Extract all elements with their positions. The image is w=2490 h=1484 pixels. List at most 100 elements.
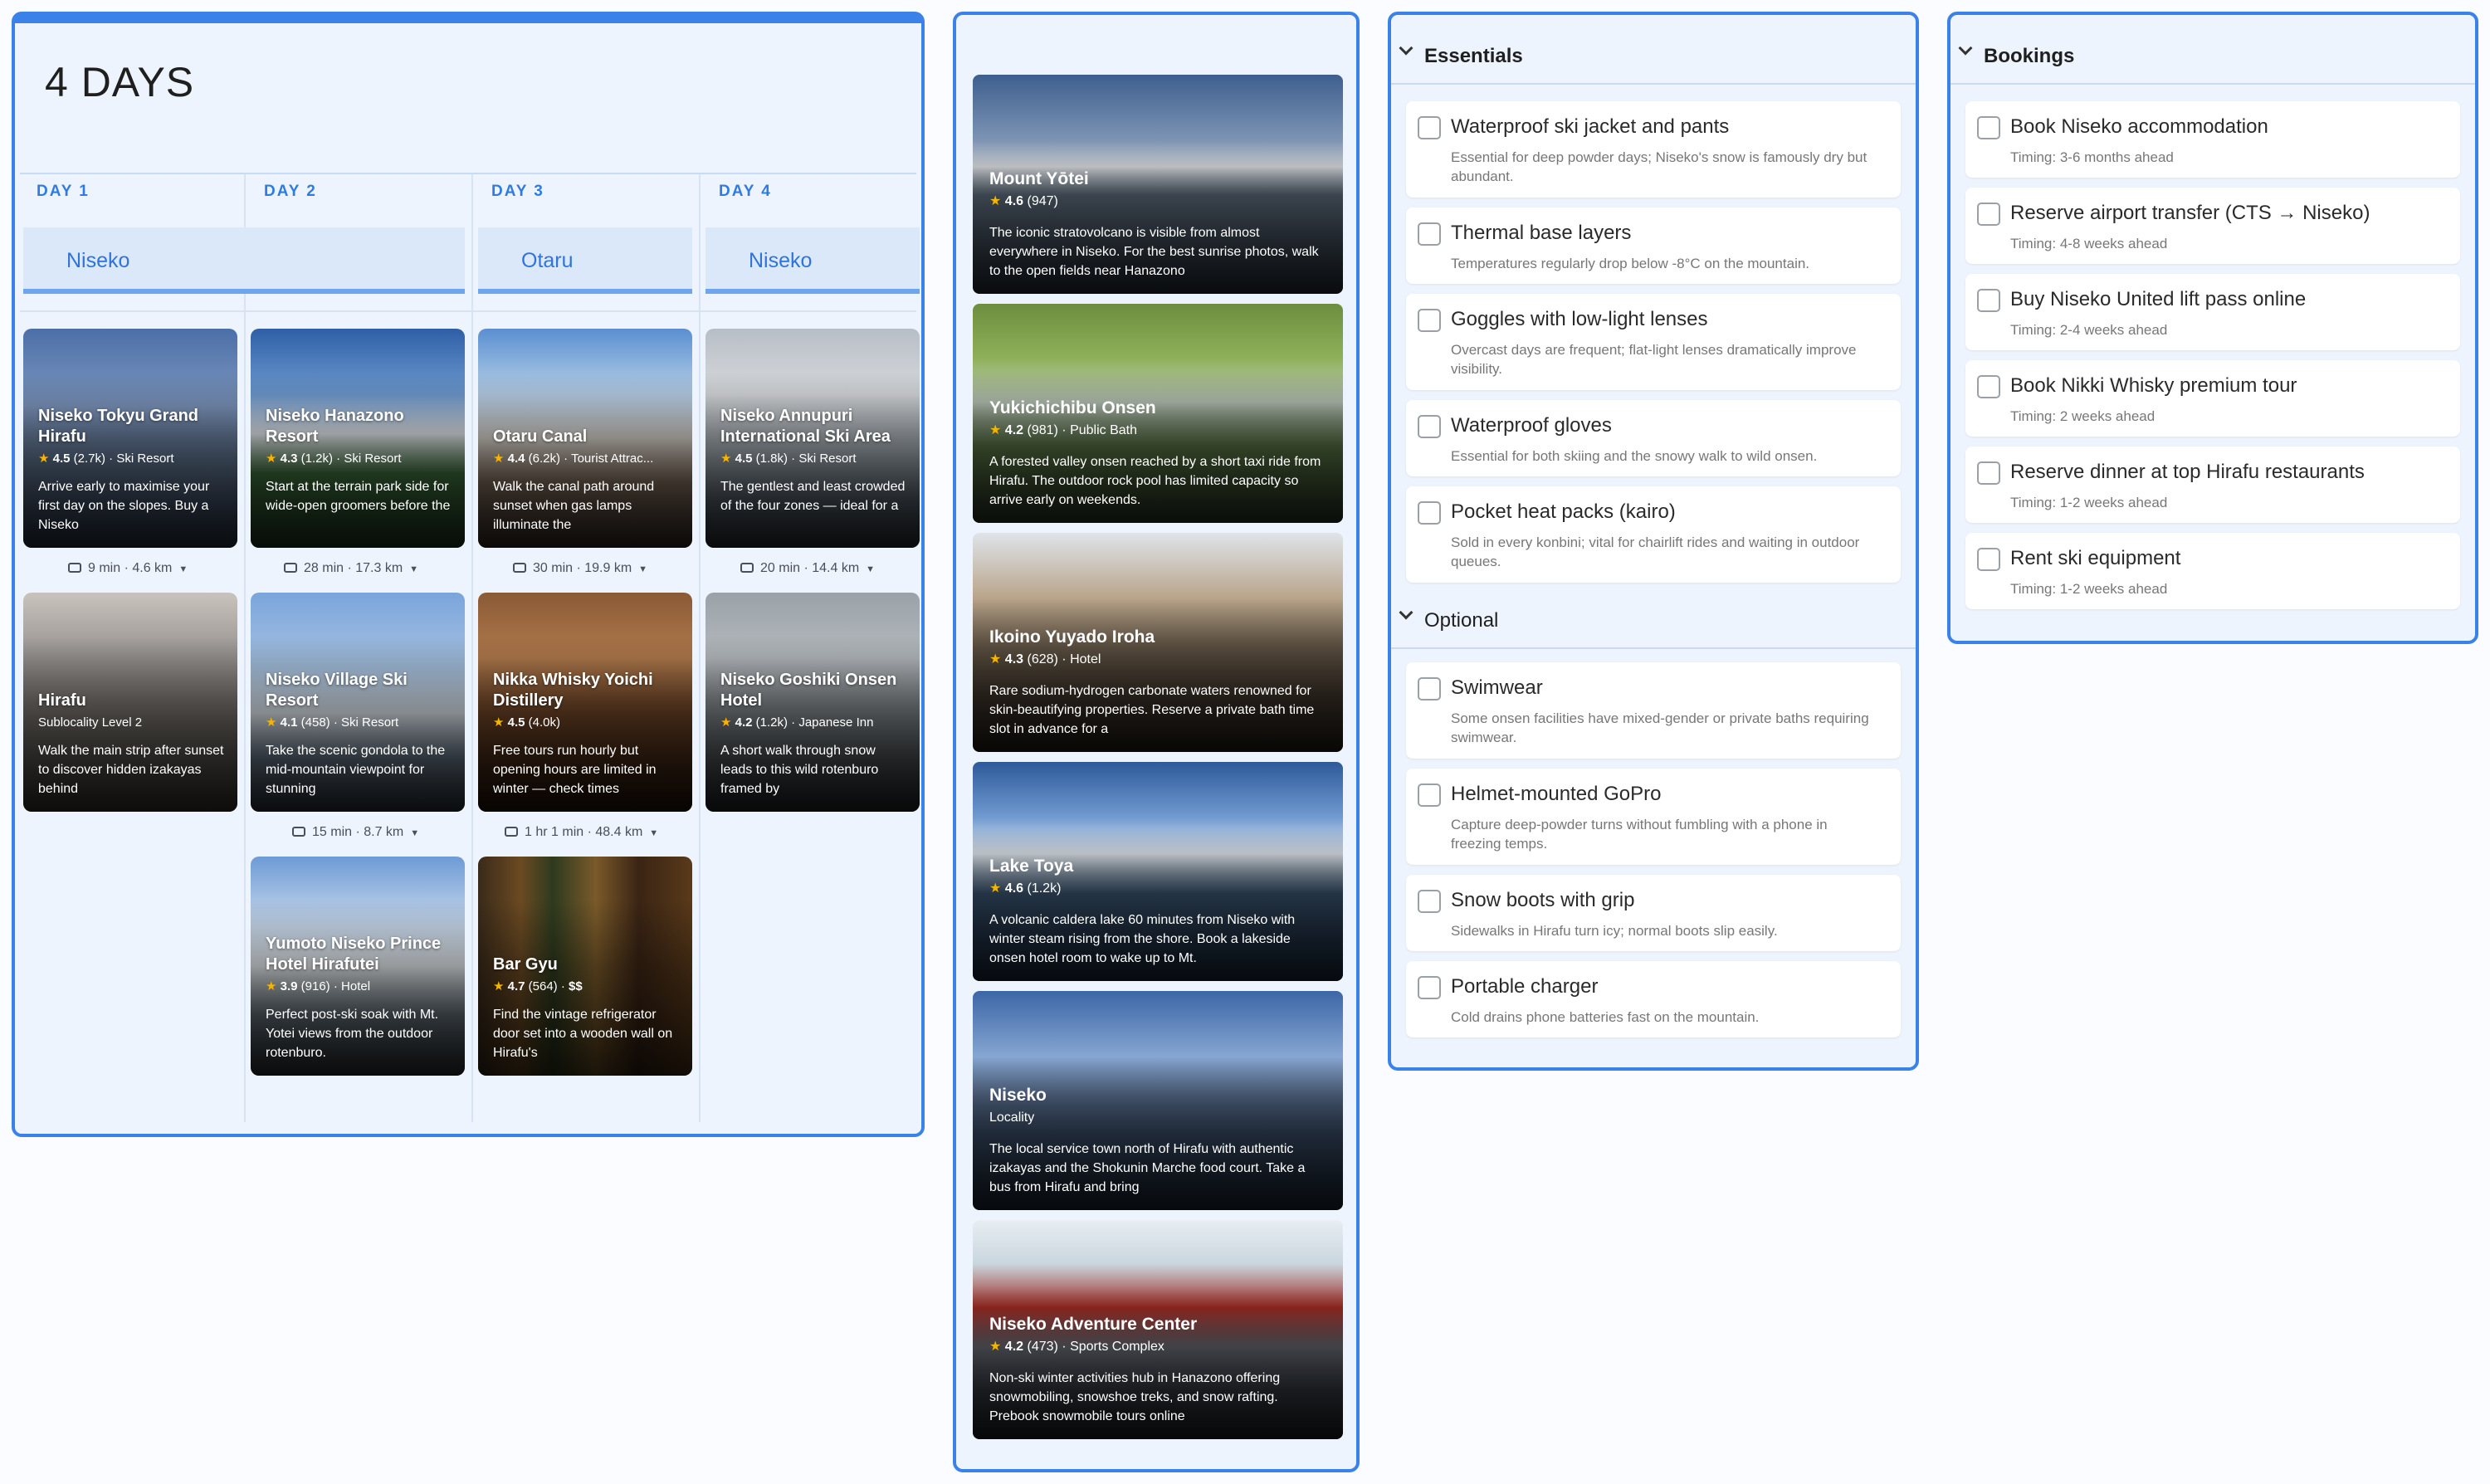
divider xyxy=(20,310,916,312)
place-meta: ★ 4.5 (4.0k) xyxy=(493,715,681,731)
chevron-down-icon: ▼ xyxy=(178,564,188,574)
item-title: Book Nikki Whisky premium tour xyxy=(2010,374,2297,397)
travel-time[interactable]: 9 min · 4.6 km ▼ xyxy=(68,558,188,579)
card-content: Niseko Goshiki Onsen Hotel ★ 4.2 (1.2k) … xyxy=(720,670,908,798)
item-note: Essential for deep powder days; Niseko's… xyxy=(1451,149,1868,184)
explore-card[interactable]: Lake Toya ★ 4.6 (1.2k) A volcanic calder… xyxy=(973,762,1343,981)
card-content: Yumoto Niseko Prince Hotel Hirafutei ★ 3… xyxy=(266,934,453,1062)
review-count: (628) xyxy=(1027,652,1058,666)
checklist-item: Snow boots with grip Sidewalks in Hirafu… xyxy=(1406,875,1901,951)
chevron-down-icon: ▼ xyxy=(866,564,876,574)
day-1-label: DAY 1 xyxy=(37,183,90,200)
checkbox[interactable] xyxy=(1418,222,1441,246)
item-timing: Timing: 4-8 weeks ahead xyxy=(2010,236,2168,251)
explore-card[interactable]: Mount Yōtei ★ 4.6 (947) The iconic strat… xyxy=(973,75,1343,294)
place-description: A short walk through snow leads to this … xyxy=(720,744,879,796)
checkbox[interactable] xyxy=(1977,116,2000,139)
checklist-item: Goggles with low-light lenses Overcast d… xyxy=(1406,294,1901,390)
place-card[interactable]: Niseko Village Ski Resort ★ 4.1 (458) · … xyxy=(251,593,465,812)
place-name: Mount Yōtei xyxy=(989,169,1089,188)
place-name: Niseko Village Ski Resort xyxy=(266,671,408,710)
travel-time[interactable]: 20 min · 14.4 km ▼ xyxy=(740,558,875,579)
explore-card[interactable]: Niseko Adventure Center ★ 4.2 (473) · Sp… xyxy=(973,1220,1343,1439)
place-card[interactable]: Niseko Annupuri International Ski Area ★… xyxy=(706,329,920,548)
checklist-item: Pocket heat packs (kairo) Sold in every … xyxy=(1406,486,1901,583)
card-content: Niseko Adventure Center ★ 4.2 (473) · Sp… xyxy=(989,1314,1328,1426)
checkbox[interactable] xyxy=(1418,116,1441,139)
place-card[interactable]: Hirafu Sublocality Level 2 Walk the main… xyxy=(23,593,237,812)
checkbox[interactable] xyxy=(1418,415,1441,438)
checkbox[interactable] xyxy=(1418,890,1441,913)
essentials-header[interactable]: Essentials xyxy=(1391,15,1916,85)
place-description: The gentlest and least crowded of the fo… xyxy=(720,480,906,513)
card-content: Niseko Village Ski Resort ★ 4.1 (458) · … xyxy=(266,670,453,798)
place-description: Start at the terrain park side for wide-… xyxy=(266,480,451,513)
review-count: (564) xyxy=(528,979,558,993)
bookings-header[interactable]: Bookings xyxy=(1950,15,2475,85)
card-content: Niseko Annupuri International Ski Area ★… xyxy=(720,406,908,535)
travel-label: 20 min · 14.4 km xyxy=(760,561,860,575)
checkbox[interactable] xyxy=(1418,783,1441,807)
place-meta: ★ 4.2 (1.2k) · Japanese Inn xyxy=(720,715,874,730)
chevron-down-icon[interactable] xyxy=(1958,41,1973,56)
checkbox[interactable] xyxy=(1977,375,2000,398)
place-card[interactable]: Niseko Hanazono Resort ★ 4.3 (1.2k) · Sk… xyxy=(251,329,465,548)
place-name: Ikoino Yuyado Iroha xyxy=(989,627,1155,647)
review-count: (1.2k) xyxy=(300,452,333,466)
day-4-location-bar[interactable] xyxy=(706,227,920,294)
review-count: (6.2k) xyxy=(528,452,560,466)
day-3-label: DAY 3 xyxy=(491,183,544,200)
item-title: Pocket heat packs (kairo) xyxy=(1451,500,1676,523)
car-icon xyxy=(68,563,81,573)
travel-time[interactable]: 1 hr 1 min · 48.4 km ▼ xyxy=(505,822,658,843)
explore-card[interactable]: Niseko Locality The local service town n… xyxy=(973,991,1343,1210)
item-title: Rent ski equipment xyxy=(2010,547,2181,569)
place-name: Niseko Tokyu Grand Hirafu xyxy=(38,407,199,446)
chevron-down-icon[interactable] xyxy=(1399,605,1413,620)
place-meta: ★ 4.1 (458) · Ski Resort xyxy=(266,715,399,730)
place-card[interactable]: Niseko Tokyu Grand Hirafu ★ 4.5 (2.7k) ·… xyxy=(23,329,237,548)
place-card[interactable]: Nikka Whisky Yoichi Distillery ★ 4.5 (4.… xyxy=(478,593,692,812)
item-note: Cold drains phone batteries fast on the … xyxy=(1451,1009,1760,1025)
chevron-down-icon[interactable] xyxy=(1399,41,1413,56)
explore-card[interactable]: Yukichichibu Onsen ★ 4.2 (981) · Public … xyxy=(973,304,1343,523)
place-description: Rare sodium-hydrogen carbonate waters re… xyxy=(989,684,1315,736)
place-card[interactable]: Bar Gyu ★ 4.7 (564) · $$ Find the vintag… xyxy=(478,857,692,1076)
checkbox[interactable] xyxy=(1418,309,1441,332)
card-content: Otaru Canal ★ 4.4 (6.2k) · Tourist Attra… xyxy=(493,427,681,535)
item-title: Buy Niseko United lift pass online xyxy=(2010,288,2307,310)
travel-time[interactable]: 30 min · 19.9 km ▼ xyxy=(513,558,647,579)
chevron-down-icon: ▼ xyxy=(409,564,419,574)
checkbox[interactable] xyxy=(1418,677,1441,701)
place-card[interactable]: Niseko Goshiki Onsen Hotel ★ 4.2 (1.2k) … xyxy=(706,593,920,812)
place-description: Perfect post-ski soak with Mt. Yotei vie… xyxy=(266,1008,439,1060)
checkbox[interactable] xyxy=(1418,501,1441,525)
day-3-location-bar[interactable] xyxy=(478,227,692,294)
item-title: Reserve dinner at top Hirafu restaurants xyxy=(2010,461,2365,483)
day-4-location: Niseko xyxy=(749,249,813,272)
place-meta: ★ 4.3 (1.2k) · Ski Resort xyxy=(266,452,402,466)
place-description: Walk the main strip after sunset to disc… xyxy=(38,744,224,796)
checkbox[interactable] xyxy=(1977,289,2000,312)
item-title: Portable charger xyxy=(1451,975,1599,998)
review-count: (2.7k) xyxy=(73,452,105,466)
travel-time[interactable]: 15 min · 8.7 km ▼ xyxy=(292,822,419,843)
place-meta: ★ 4.7 (564) · $$ xyxy=(493,979,583,993)
checkbox[interactable] xyxy=(1418,976,1441,999)
rating: 4.7 xyxy=(507,979,525,993)
checkbox[interactable] xyxy=(1977,548,2000,571)
item-note: Capture deep-powder turns without fumbli… xyxy=(1451,817,1828,852)
checkbox[interactable] xyxy=(1977,203,2000,226)
place-card[interactable]: Otaru Canal ★ 4.4 (6.2k) · Tourist Attra… xyxy=(478,329,692,548)
day-4-label: DAY 4 xyxy=(719,183,772,200)
card-content: Niseko Locality The local service town n… xyxy=(989,1085,1328,1197)
explore-card[interactable]: Ikoino Yuyado Iroha ★ 4.3 (628) · Hotel … xyxy=(973,533,1343,752)
review-count: (473) xyxy=(1027,1340,1058,1354)
rating: 4.1 xyxy=(280,715,298,730)
place-card[interactable]: Yumoto Niseko Prince Hotel Hirafutei ★ 3… xyxy=(251,857,465,1076)
optional-header[interactable]: Optional xyxy=(1391,579,1916,649)
checkbox[interactable] xyxy=(1977,461,2000,485)
place-meta: ★ 4.5 (2.7k) · Ski Resort xyxy=(38,452,174,466)
place-type: Ski Resort xyxy=(341,715,399,730)
travel-time[interactable]: 28 min · 17.3 km ▼ xyxy=(284,558,418,579)
